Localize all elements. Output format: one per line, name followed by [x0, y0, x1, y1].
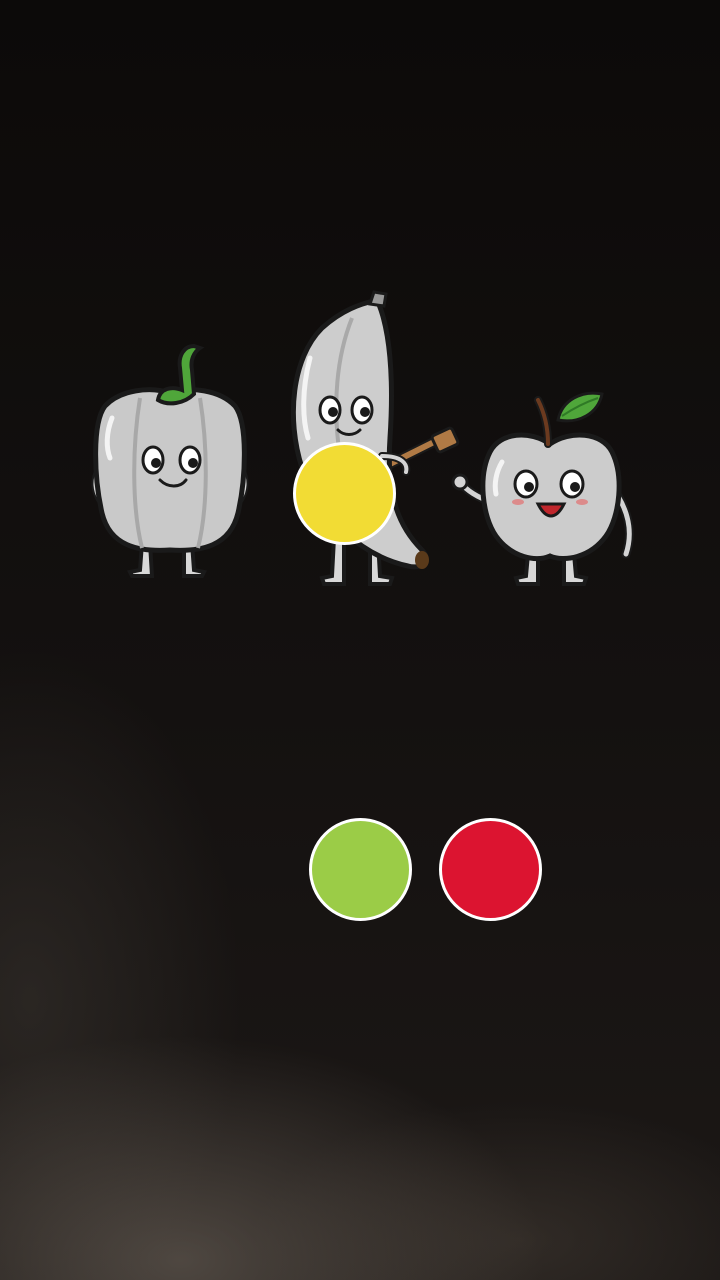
red-color-option[interactable]: [439, 818, 542, 921]
green-color-option[interactable]: [309, 818, 412, 921]
game-stage: [0, 0, 720, 1280]
apple-character[interactable]: [450, 386, 645, 590]
yellow-color-dot[interactable]: [293, 442, 396, 545]
bell-pepper-character[interactable]: [80, 338, 260, 583]
banana-character[interactable]: [282, 288, 467, 590]
